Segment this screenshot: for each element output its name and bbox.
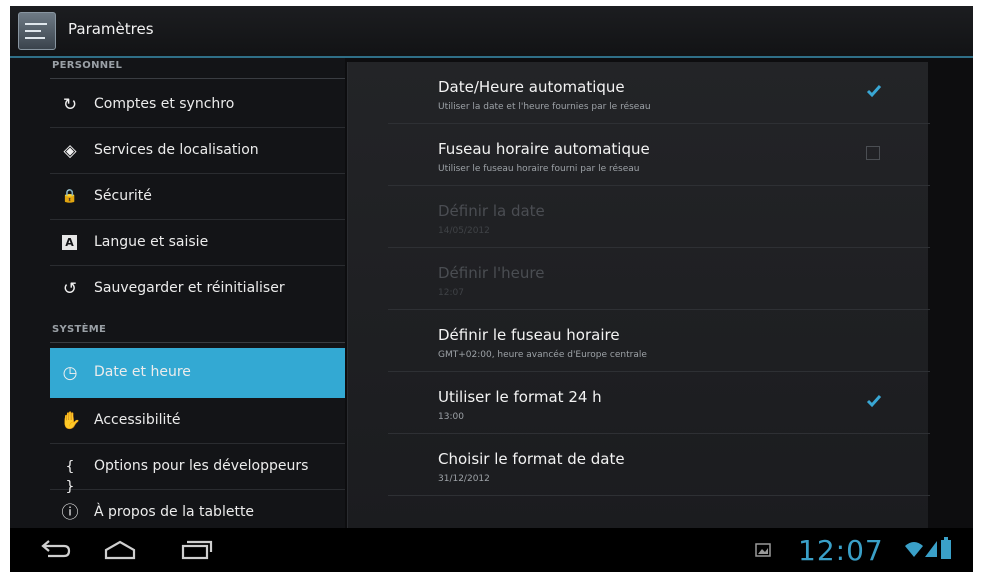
sidebar-item-date-time[interactable]: ◷ Date et heure	[50, 348, 345, 398]
clock-icon: ◷	[62, 363, 78, 383]
app-title: Paramètres	[68, 20, 154, 38]
section-divider	[50, 78, 345, 79]
pref-summary: 12:07	[438, 288, 464, 298]
sidebar-item-label: Sécurité	[94, 188, 152, 204]
sidebar-item-label: Langue et saisie	[94, 234, 209, 250]
signal-icon	[924, 540, 938, 562]
pref-24h-format[interactable]: Utiliser le format 24 h 13:00	[388, 372, 930, 434]
pref-summary: Utiliser le fuseau horaire fourni par le…	[438, 164, 640, 174]
info-icon: ⓘ	[61, 503, 79, 523]
sidebar-item-label: Accessibilité	[94, 412, 181, 428]
hand-icon: ✋	[60, 411, 82, 431]
pref-title: Utiliser le format 24 h	[438, 388, 602, 406]
pref-title: Définir l'heure	[438, 264, 545, 282]
sidebar-item-accounts-sync[interactable]: ↻ Comptes et synchro	[50, 82, 345, 128]
sidebar-item-label: À propos de la tablette	[94, 504, 255, 520]
checkbox-unchecked[interactable]	[866, 146, 880, 160]
checkbox-checked[interactable]	[866, 394, 882, 408]
pref-auto-timezone[interactable]: Fuseau horaire automatique Utiliser le f…	[388, 124, 930, 186]
braces-icon: { }	[65, 459, 75, 495]
pref-title: Définir la date	[438, 202, 545, 220]
sync-icon: ↻	[62, 95, 78, 115]
sidebar-item-security[interactable]: 🔒 Sécurité	[50, 174, 345, 220]
battery-icon	[941, 537, 951, 563]
status-clock: 12:07	[798, 534, 884, 567]
section-divider	[50, 342, 345, 343]
backup-icon: ↺	[62, 279, 78, 299]
wifi-icon	[904, 540, 924, 562]
pref-set-date: Définir la date 14/05/2012	[388, 186, 930, 248]
android-screen: Paramètres PERSONNEL ↻ Comptes et synchr…	[10, 6, 973, 572]
divider	[388, 495, 930, 496]
sidebar-item-label: Options pour les développeurs	[94, 458, 309, 474]
pref-summary: 13:00	[438, 412, 464, 422]
sidebar-item-label: Services de localisation	[94, 142, 259, 158]
checkbox-checked[interactable]	[866, 84, 882, 98]
recent-apps-icon[interactable]	[178, 538, 214, 562]
pref-title: Définir le fuseau horaire	[438, 326, 620, 344]
back-icon[interactable]	[38, 538, 74, 562]
sidebar-item-accessibility[interactable]: ✋ Accessibilité	[50, 398, 345, 444]
pref-set-time: Définir l'heure 12:07	[388, 248, 930, 310]
pref-summary: 14/05/2012	[438, 226, 490, 236]
section-header-personal: PERSONNEL	[52, 60, 123, 71]
keyboard-letter-icon: A	[62, 235, 77, 250]
pref-date-format[interactable]: Choisir le format de date 31/12/2012	[388, 434, 930, 496]
sidebar-item-backup-reset[interactable]: ↺ Sauvegarder et réinitialiser	[50, 266, 345, 312]
pref-auto-date-time[interactable]: Date/Heure automatique Utiliser la date …	[388, 62, 930, 124]
pref-title: Choisir le format de date	[438, 450, 625, 468]
pref-title: Date/Heure automatique	[438, 78, 625, 96]
lock-icon: 🔒	[61, 189, 79, 204]
settings-sidebar: PERSONNEL ↻ Comptes et synchro ◈ Service…	[10, 58, 345, 528]
system-navigation-bar: 12:07	[10, 528, 973, 572]
sidebar-item-label: Comptes et synchro	[94, 96, 235, 112]
pref-summary: 31/12/2012	[438, 474, 490, 484]
sidebar-item-label: Sauvegarder et réinitialiser	[94, 280, 285, 296]
date-time-settings-pane: Date/Heure automatique Utiliser la date …	[347, 62, 930, 528]
section-header-system: SYSTÈME	[52, 324, 107, 335]
home-icon[interactable]	[102, 538, 138, 562]
sidebar-item-label: Date et heure	[94, 364, 191, 380]
sidebar-item-location[interactable]: ◈ Services de localisation	[50, 128, 345, 174]
action-bar: Paramètres	[10, 6, 973, 58]
pref-summary: GMT+02:00, heure avancée d'Europe centra…	[438, 350, 647, 360]
settings-app-icon[interactable]	[18, 12, 56, 50]
gallery-notification-icon[interactable]	[755, 542, 771, 562]
sidebar-item-language[interactable]: A Langue et saisie	[50, 220, 345, 266]
sidebar-item-developer-options[interactable]: { } Options pour les développeurs	[50, 444, 345, 495]
pref-title: Fuseau horaire automatique	[438, 140, 650, 158]
pref-set-timezone[interactable]: Définir le fuseau horaire GMT+02:00, heu…	[388, 310, 930, 372]
pref-summary: Utiliser la date et l'heure fournies par…	[438, 102, 651, 112]
location-icon: ◈	[63, 141, 77, 161]
